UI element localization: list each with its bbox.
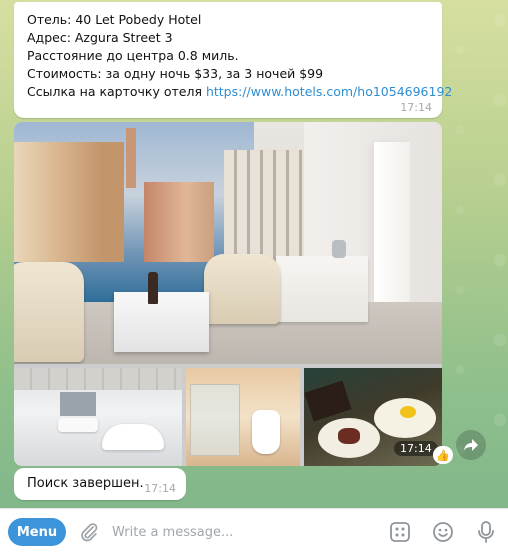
message-input[interactable]	[110, 519, 384, 545]
search-complete-message: Поиск завершен. 17:14	[14, 468, 186, 500]
message-composer: Menu	[0, 508, 508, 555]
shower-toilet-photo[interactable]	[186, 368, 300, 466]
paperclip-icon[interactable]	[78, 521, 100, 543]
hotel-link-prefix: Ссылка на карточку отеля	[27, 84, 206, 99]
hotel-address-line: Адрес: Azgura Street 3	[27, 30, 173, 45]
thumbs-up-icon: 👍	[436, 448, 450, 462]
hotel-price-line: Стоимость: за одну ночь $33, за 3 ночей …	[27, 66, 324, 81]
album-time: 17:14	[394, 441, 438, 456]
voice-button[interactable]	[474, 520, 498, 544]
share-arrow-icon	[464, 439, 478, 451]
menu-button[interactable]: Menu	[8, 518, 66, 546]
share-button[interactable]	[456, 430, 486, 460]
hotel-name-line: Отель: 40 Let Pobedy Hotel	[27, 12, 202, 27]
hotel-link-line: Ссылка на карточку отеля https://www.hot…	[27, 83, 452, 101]
bathroom-photo[interactable]	[14, 368, 182, 466]
message-time: 17:14	[400, 101, 432, 114]
message-text: Поиск завершен.	[27, 476, 144, 491]
hotel-link[interactable]: https://www.hotels.com/ho1054696192	[206, 84, 452, 99]
message-time: 17:14	[144, 482, 176, 495]
photo-album[interactable]	[14, 122, 442, 466]
commands-button[interactable]	[388, 520, 412, 544]
room-photo[interactable]	[14, 122, 442, 364]
thumbs-up-reaction[interactable]: 👍	[433, 446, 453, 464]
hotel-distance-line: Расстояние до центра 0.8 миль.	[27, 48, 239, 63]
emoji-icon	[433, 522, 453, 542]
microphone-icon	[478, 521, 494, 543]
commands-icon	[390, 522, 410, 542]
emoji-button[interactable]	[431, 520, 455, 544]
hotel-info-message: Отель: 40 Let Pobedy Hotel Адрес: Azgura…	[14, 2, 452, 118]
